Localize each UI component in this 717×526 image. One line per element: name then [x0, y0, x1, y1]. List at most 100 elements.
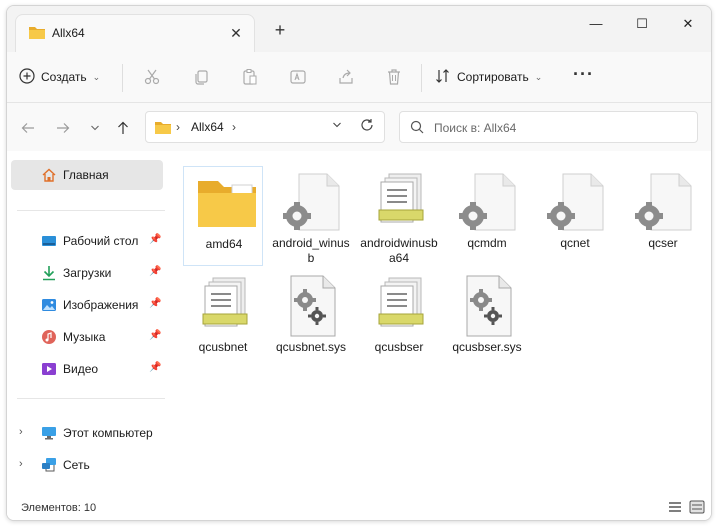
sidebar-item-this-pc[interactable]: › Этот компьютер: [11, 418, 163, 448]
folder-icon: [28, 25, 46, 43]
tab-title: Allx64: [52, 26, 85, 40]
file-list: amd64 android_winusb androidwinusba64 qc…: [177, 152, 711, 494]
desktop-icon: [41, 233, 57, 249]
toolbar-divider: [122, 64, 123, 92]
delete-icon[interactable]: [383, 66, 405, 88]
create-label: Создать: [41, 70, 87, 84]
sidebar-item-label: Сеть: [63, 458, 90, 472]
sidebar-item-music[interactable]: Музыка 📌: [11, 322, 163, 352]
up-arrow-icon[interactable]: [112, 117, 134, 139]
pin-icon[interactable]: 📌: [149, 266, 161, 277]
expand-chevron-icon[interactable]: ›: [19, 426, 23, 438]
system-file-icon: [459, 274, 521, 338]
sidebar-item-desktop[interactable]: Рабочий стол 📌: [11, 226, 163, 256]
explorer-window: Allx64 ✕ + — ☐ ✕ Создать ⌄ Сортировать ⌄…: [6, 5, 712, 521]
settings-file-icon: [635, 170, 697, 234]
pin-icon[interactable]: 📌: [149, 298, 161, 309]
navigation-bar: › Allx64 ›: [7, 103, 711, 151]
file-name: qcmdm: [467, 236, 507, 250]
sidebar-item-pictures[interactable]: Изображения 📌: [11, 290, 163, 320]
system-file-icon: [283, 274, 345, 338]
back-arrow-icon[interactable]: [17, 117, 39, 139]
file-name: qcusbnet: [198, 340, 248, 354]
settings-file-icon: [283, 170, 345, 234]
file-name: android_winusb: [272, 236, 350, 265]
file-item-androidwinusba64[interactable]: androidwinusba64: [359, 166, 439, 266]
file-name: amd64: [205, 237, 243, 251]
folder-icon: [196, 171, 258, 235]
sidebar-item-label: Главная: [63, 168, 109, 182]
file-name: qcusbser: [374, 340, 424, 354]
sidebar-item-downloads[interactable]: Загрузки 📌: [11, 258, 163, 288]
chevron-down-icon: ⌄: [534, 71, 543, 82]
search-box[interactable]: [399, 111, 698, 143]
chevron-down-icon: ⌄: [92, 71, 101, 82]
search-input[interactable]: [432, 118, 686, 138]
file-name: qcnet: [560, 236, 590, 250]
sidebar-item-label: Рабочий стол: [63, 234, 139, 248]
file-item-qcusbser-sys[interactable]: qcusbser.sys: [447, 270, 527, 370]
expand-chevron-icon[interactable]: ›: [19, 458, 23, 470]
file-item-amd64[interactable]: amd64: [183, 166, 263, 266]
pin-icon[interactable]: 📌: [149, 330, 161, 341]
title-bar: Allx64 ✕ + — ☐ ✕: [7, 6, 711, 52]
tiles-view-icon[interactable]: [689, 500, 705, 514]
sidebar-divider: [17, 398, 165, 399]
share-icon[interactable]: [335, 66, 357, 88]
tab-allx64[interactable]: Allx64 ✕: [15, 14, 255, 52]
recent-chevron-icon[interactable]: [84, 117, 106, 139]
videos-icon: [41, 361, 57, 377]
rename-icon[interactable]: [287, 66, 309, 88]
sidebar-item-label: Этот компьютер: [63, 426, 153, 440]
more-options-button[interactable]: ···: [573, 64, 594, 90]
forward-arrow-icon[interactable]: [52, 117, 74, 139]
pictures-icon: [41, 297, 57, 313]
file-name: qcusbnet.sys: [275, 340, 347, 354]
command-bar: Создать ⌄ Сортировать ⌄ ···: [7, 52, 711, 103]
sidebar-item-videos[interactable]: Видео 📌: [11, 354, 163, 384]
new-tab-button[interactable]: +: [269, 20, 291, 42]
file-item-qcnet[interactable]: qcnet: [535, 166, 615, 266]
item-count: Элементов: 10: [21, 502, 97, 514]
file-item-qcser[interactable]: qcser: [623, 166, 703, 266]
downloads-icon: [41, 265, 57, 281]
pin-icon[interactable]: 📌: [149, 234, 161, 245]
breadcrumb-chevron-icon[interactable]: ›: [232, 120, 236, 134]
address-dropdown-icon[interactable]: [332, 120, 342, 133]
copy-icon[interactable]: [191, 66, 213, 88]
breadcrumb-chevron-icon[interactable]: ›: [176, 120, 180, 134]
address-bar[interactable]: › Allx64 ›: [145, 111, 385, 143]
folder-icon: [154, 120, 172, 138]
details-view-icon[interactable]: [667, 500, 683, 514]
sidebar-item-label: Видео: [63, 362, 99, 376]
file-item-android-winusb[interactable]: android_winusb: [271, 166, 351, 266]
toolbar-divider: [421, 64, 422, 92]
home-icon: [41, 167, 57, 183]
sort-label: Сортировать: [457, 70, 529, 84]
close-button[interactable]: ✕: [665, 10, 711, 38]
file-item-qcusbnet-sys[interactable]: qcusbnet.sys: [271, 270, 351, 370]
network-icon: [41, 457, 57, 473]
breadcrumb-allx64[interactable]: Allx64: [191, 120, 224, 134]
sidebar-item-home[interactable]: Главная: [11, 160, 163, 190]
sidebar-item-network[interactable]: › Сеть: [11, 450, 163, 480]
sidebar-divider: [17, 210, 165, 211]
music-icon: [41, 329, 57, 345]
create-button[interactable]: Создать ⌄: [19, 64, 100, 90]
sidebar-item-label: Загрузки: [63, 266, 112, 280]
file-item-qcmdm[interactable]: qcmdm: [447, 166, 527, 266]
navigation-pane: Главная Рабочий стол 📌 Загрузки 📌 Изобра…: [7, 152, 177, 494]
file-item-qcusbser[interactable]: qcusbser: [359, 270, 439, 370]
catalog-file-icon: [371, 274, 433, 338]
cut-icon[interactable]: [141, 66, 163, 88]
catalog-file-icon: [195, 274, 257, 338]
maximize-button[interactable]: ☐: [619, 10, 665, 38]
file-item-qcusbnet[interactable]: qcusbnet: [183, 270, 263, 370]
minimize-button[interactable]: —: [573, 10, 619, 38]
sort-button[interactable]: Сортировать ⌄: [435, 64, 542, 90]
refresh-icon[interactable]: [360, 118, 374, 135]
pin-icon[interactable]: 📌: [149, 362, 161, 373]
status-bar: Элементов: 10: [7, 494, 711, 520]
tab-close-icon[interactable]: ✕: [226, 23, 246, 43]
paste-icon[interactable]: [239, 66, 261, 88]
